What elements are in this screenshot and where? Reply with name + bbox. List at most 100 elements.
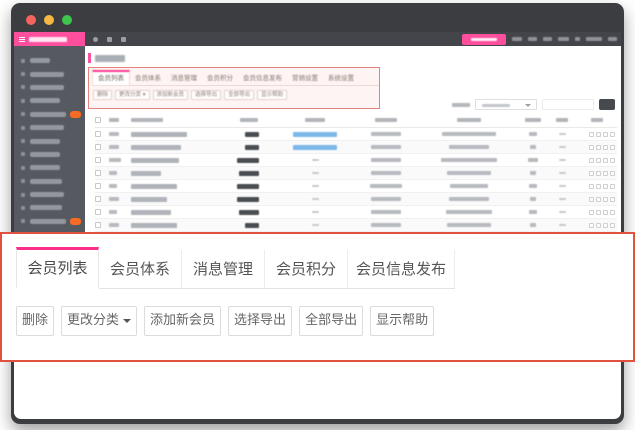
row-action-icon-0[interactable] bbox=[589, 223, 594, 228]
row-action-icon-2[interactable] bbox=[603, 197, 608, 202]
row-action-icon-2[interactable] bbox=[603, 158, 608, 163]
mini-tab-5[interactable]: 营销设置 bbox=[287, 72, 323, 85]
sidebar-item-11[interactable] bbox=[14, 201, 85, 214]
callout-tab-4[interactable]: 会员信息发布 bbox=[348, 250, 455, 289]
mini-tab-0[interactable]: 会员列表 bbox=[92, 70, 130, 85]
table-row-0[interactable] bbox=[95, 128, 617, 141]
row-checkbox[interactable] bbox=[95, 222, 101, 228]
row-action-icon-2[interactable] bbox=[603, 132, 608, 137]
row-action-icon-0[interactable] bbox=[589, 145, 594, 150]
sidebar-item-10[interactable] bbox=[14, 188, 85, 201]
header-refresh-icon[interactable] bbox=[93, 37, 98, 42]
row-action-icon-3[interactable] bbox=[610, 145, 615, 150]
mini-tab-1[interactable]: 会员体系 bbox=[130, 72, 166, 85]
row-link-blurred[interactable] bbox=[293, 132, 337, 137]
filter-select[interactable] bbox=[475, 99, 537, 110]
row-action-icon-0[interactable] bbox=[589, 197, 594, 202]
close-window-button[interactable] bbox=[26, 15, 36, 25]
sidebar-item-4[interactable] bbox=[14, 108, 85, 121]
row-action-icon-1[interactable] bbox=[596, 158, 601, 163]
sidebar-item-6[interactable] bbox=[14, 134, 85, 147]
row-action-icon-3[interactable] bbox=[610, 210, 615, 215]
callout-tab-0[interactable]: 会员列表 bbox=[16, 247, 99, 288]
callout-tab-1[interactable]: 会员体系 bbox=[99, 250, 182, 289]
header-nav-item-3[interactable] bbox=[558, 37, 569, 41]
search-button[interactable] bbox=[599, 99, 615, 110]
callout-button-5[interactable]: 显示帮助 bbox=[370, 306, 434, 336]
table-row-7[interactable] bbox=[95, 219, 617, 232]
table-row-2[interactable] bbox=[95, 154, 617, 167]
sidebar-item-5[interactable] bbox=[14, 121, 85, 134]
header-nav-item-4[interactable] bbox=[575, 37, 580, 41]
row-action-icon-1[interactable] bbox=[596, 223, 601, 228]
row-link-blurred[interactable] bbox=[293, 145, 337, 150]
minimize-window-button[interactable] bbox=[44, 15, 54, 25]
row-action-icon-1[interactable] bbox=[596, 184, 601, 189]
header-nav-item-1[interactable] bbox=[528, 37, 537, 41]
mini-tab-2[interactable]: 消息管理 bbox=[166, 72, 202, 85]
row-action-icon-3[interactable] bbox=[610, 171, 615, 176]
row-checkbox[interactable] bbox=[95, 183, 101, 189]
row-action-icon-0[interactable] bbox=[589, 158, 594, 163]
callout-button-4[interactable]: 全部导出 bbox=[299, 306, 363, 336]
table-row-1[interactable] bbox=[95, 141, 617, 154]
row-action-icon-2[interactable] bbox=[603, 171, 608, 176]
row-action-icon-0[interactable] bbox=[589, 184, 594, 189]
table-row-3[interactable] bbox=[95, 167, 617, 180]
callout-button-0[interactable]: 删除 bbox=[16, 306, 54, 336]
row-action-icon-2[interactable] bbox=[603, 184, 608, 189]
header-nav-item-2[interactable] bbox=[543, 37, 552, 41]
callout-button-2[interactable]: 添加新会员 bbox=[144, 306, 221, 336]
sidebar-item-7[interactable] bbox=[14, 148, 85, 161]
table-row-5[interactable] bbox=[95, 193, 617, 206]
row-action-icon-0[interactable] bbox=[589, 210, 594, 215]
callout-button-1[interactable]: 更改分类 bbox=[61, 306, 137, 336]
sidebar-item-9[interactable] bbox=[14, 175, 85, 188]
sidebar-item-2[interactable] bbox=[14, 81, 85, 94]
row-checkbox[interactable] bbox=[95, 131, 101, 137]
mini-button-4[interactable]: 全部导出 bbox=[224, 90, 254, 100]
select-all-checkbox[interactable] bbox=[95, 117, 101, 123]
mini-button-5[interactable]: 显示帮助 bbox=[257, 90, 287, 100]
sidebar-item-0[interactable] bbox=[14, 54, 85, 67]
row-action-icon-2[interactable] bbox=[603, 210, 608, 215]
table-row-6[interactable] bbox=[95, 206, 617, 219]
mini-tab-6[interactable]: 系统设置 bbox=[323, 72, 359, 85]
row-checkbox[interactable] bbox=[95, 170, 101, 176]
row-checkbox[interactable] bbox=[95, 196, 101, 202]
row-action-icon-1[interactable] bbox=[596, 210, 601, 215]
header-nav-item-5[interactable] bbox=[586, 37, 602, 41]
mini-tab-3[interactable]: 会员积分 bbox=[202, 72, 238, 85]
row-action-icon-1[interactable] bbox=[596, 145, 601, 150]
sidebar-item-3[interactable] bbox=[14, 94, 85, 107]
row-checkbox[interactable] bbox=[95, 209, 101, 215]
mini-button-1[interactable]: 更改分类 ▾ bbox=[115, 90, 150, 100]
callout-tab-2[interactable]: 消息管理 bbox=[182, 250, 265, 289]
sidebar-item-1[interactable] bbox=[14, 67, 85, 80]
row-action-icon-0[interactable] bbox=[589, 171, 594, 176]
row-action-icon-3[interactable] bbox=[610, 132, 615, 137]
mini-button-0[interactable]: 删除 bbox=[93, 90, 112, 100]
row-action-icon-3[interactable] bbox=[610, 184, 615, 189]
header-tag-icon[interactable] bbox=[121, 37, 126, 42]
row-action-icon-2[interactable] bbox=[603, 145, 608, 150]
callout-button-3[interactable]: 选择导出 bbox=[228, 306, 292, 336]
row-action-icon-1[interactable] bbox=[596, 197, 601, 202]
search-input[interactable] bbox=[542, 99, 594, 110]
row-action-icon-3[interactable] bbox=[610, 158, 615, 163]
row-checkbox[interactable] bbox=[95, 157, 101, 163]
header-menu-icon[interactable] bbox=[107, 37, 112, 42]
row-action-icon-3[interactable] bbox=[610, 223, 615, 228]
row-checkbox[interactable] bbox=[95, 144, 101, 150]
sidebar-item-8[interactable] bbox=[14, 161, 85, 174]
mini-tab-4[interactable]: 会员信息发布 bbox=[238, 72, 287, 85]
header-primary-button[interactable] bbox=[462, 34, 506, 45]
row-action-icon-3[interactable] bbox=[610, 197, 615, 202]
row-action-icon-0[interactable] bbox=[589, 132, 594, 137]
header-nav-item-6[interactable] bbox=[608, 37, 617, 41]
table-row-4[interactable] bbox=[95, 180, 617, 193]
zoom-window-button[interactable] bbox=[62, 15, 72, 25]
row-action-icon-1[interactable] bbox=[596, 171, 601, 176]
sidebar-item-12[interactable] bbox=[14, 215, 85, 228]
header-nav-item-0[interactable] bbox=[512, 37, 522, 41]
